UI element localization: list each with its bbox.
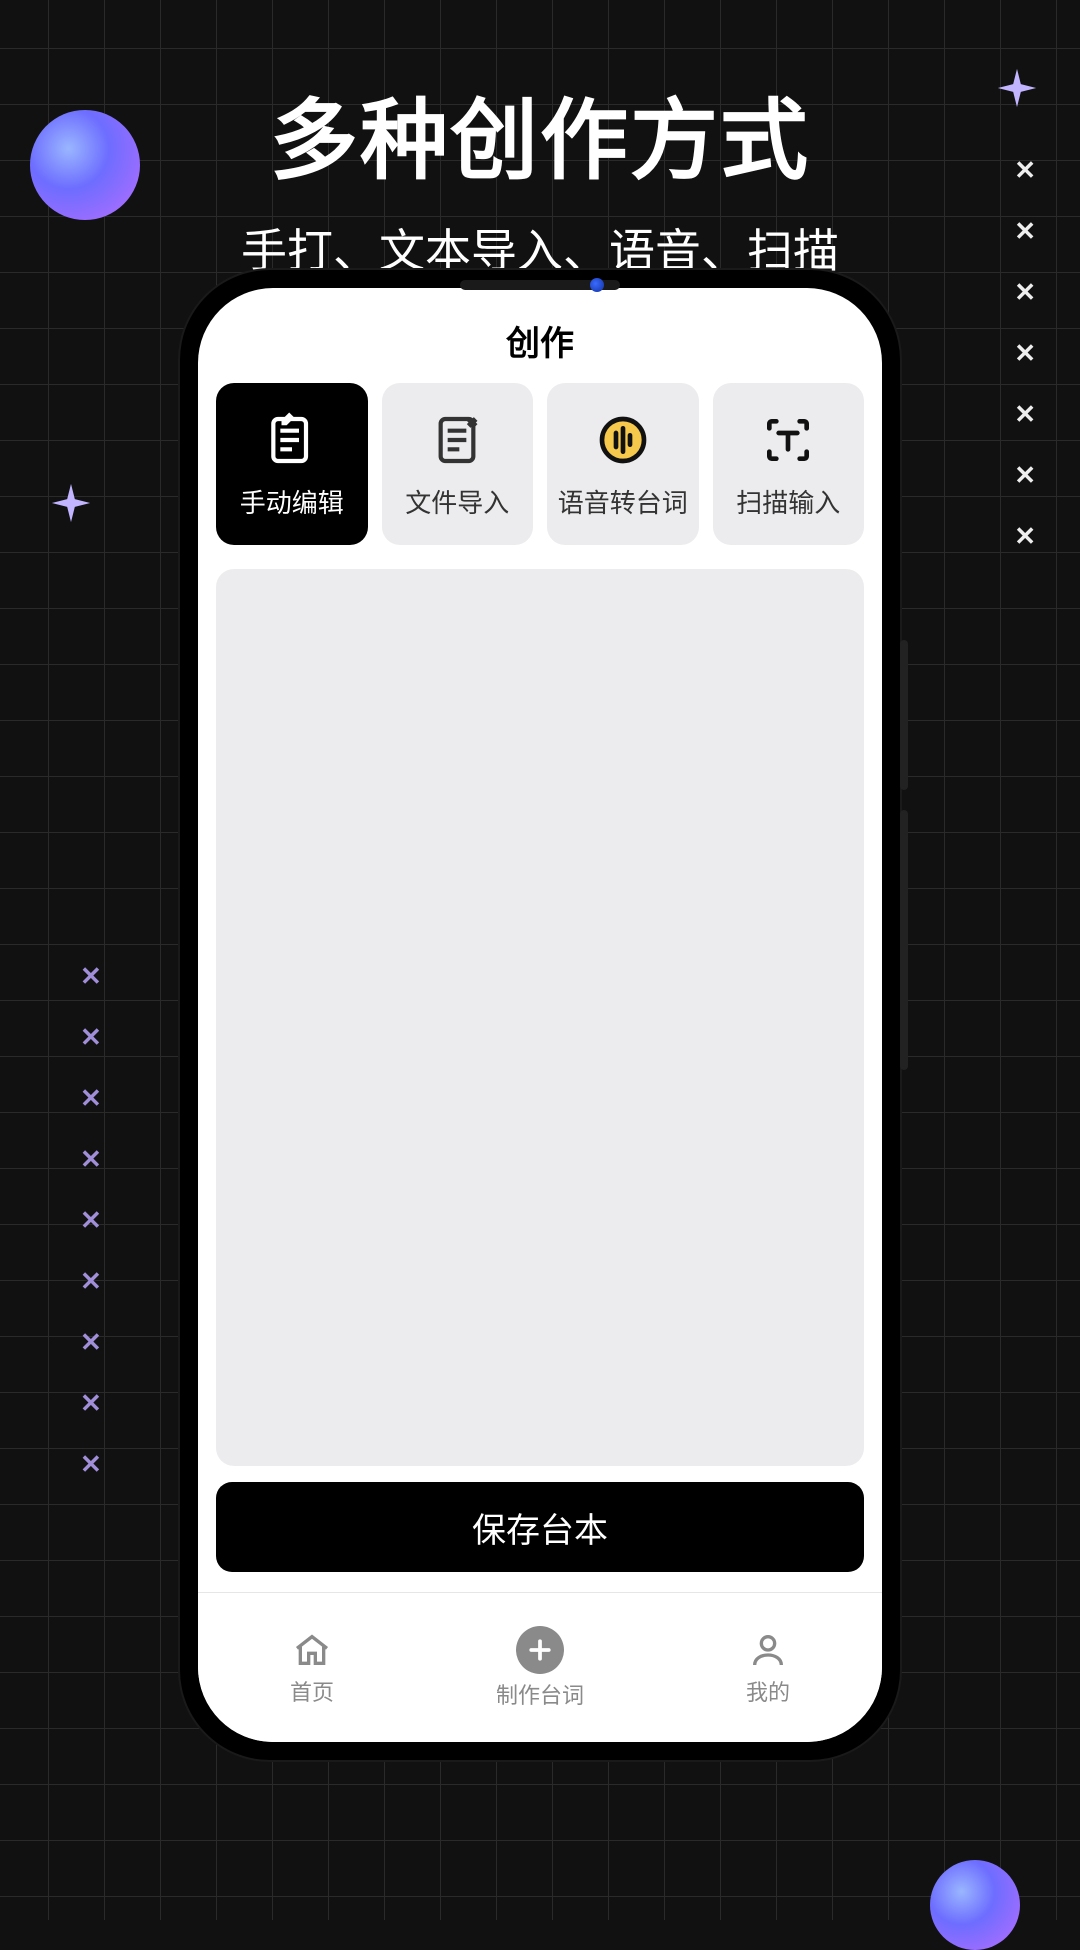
mode-card-label: 语音转台词	[558, 483, 688, 520]
mode-card-scan[interactable]: 扫描输入	[713, 383, 865, 545]
decorative-orb	[930, 1860, 1020, 1950]
scan-text-icon	[757, 409, 819, 471]
mode-card-file-import[interactable]: 文件导入	[382, 383, 534, 545]
proximity-sensor-icon	[590, 278, 604, 292]
mode-card-row: 手动编辑 文件导入	[198, 383, 882, 545]
mode-card-label: 手动编辑	[240, 483, 344, 520]
app-title: 创作	[198, 288, 882, 383]
nav-item-label: 我的	[746, 1675, 790, 1707]
mode-card-label: 文件导入	[405, 483, 509, 520]
hero-title: 多种创作方式	[0, 70, 1080, 197]
nav-item-label: 首页	[290, 1675, 334, 1707]
mode-card-voice[interactable]: 语音转台词	[547, 383, 699, 545]
decorative-x-column: ✕✕✕✕✕✕✕✕✕	[80, 961, 106, 1480]
mode-card-label: 扫描输入	[736, 483, 840, 520]
nav-item-label: 制作台词	[496, 1678, 584, 1710]
hero-section: 多种创作方式 手打、文本导入、语音、扫描	[0, 70, 1080, 281]
phone-screen: 创作 手动编辑	[198, 288, 882, 1742]
save-script-button[interactable]: 保存台本	[216, 1482, 864, 1572]
nav-item-mine[interactable]: 我的	[654, 1593, 882, 1742]
person-icon	[747, 1629, 789, 1671]
phone-side-button	[900, 640, 908, 790]
phone-side-button	[900, 810, 908, 1070]
edit-note-icon	[261, 409, 323, 471]
plus-icon	[516, 1626, 564, 1674]
script-editor-area[interactable]	[216, 569, 864, 1466]
nav-item-home[interactable]: 首页	[198, 1593, 426, 1742]
home-icon	[291, 1629, 333, 1671]
nav-item-create[interactable]: 制作台词	[426, 1593, 654, 1742]
mode-card-manual-edit[interactable]: 手动编辑	[216, 383, 368, 545]
file-import-icon	[426, 409, 488, 471]
bottom-nav: 首页 制作台词 我的	[198, 1592, 882, 1742]
voice-icon	[592, 409, 654, 471]
sparkle-icon	[48, 480, 94, 526]
save-button-label: 保存台本	[472, 1503, 608, 1552]
phone-frame: 创作 手动编辑	[180, 270, 900, 1760]
